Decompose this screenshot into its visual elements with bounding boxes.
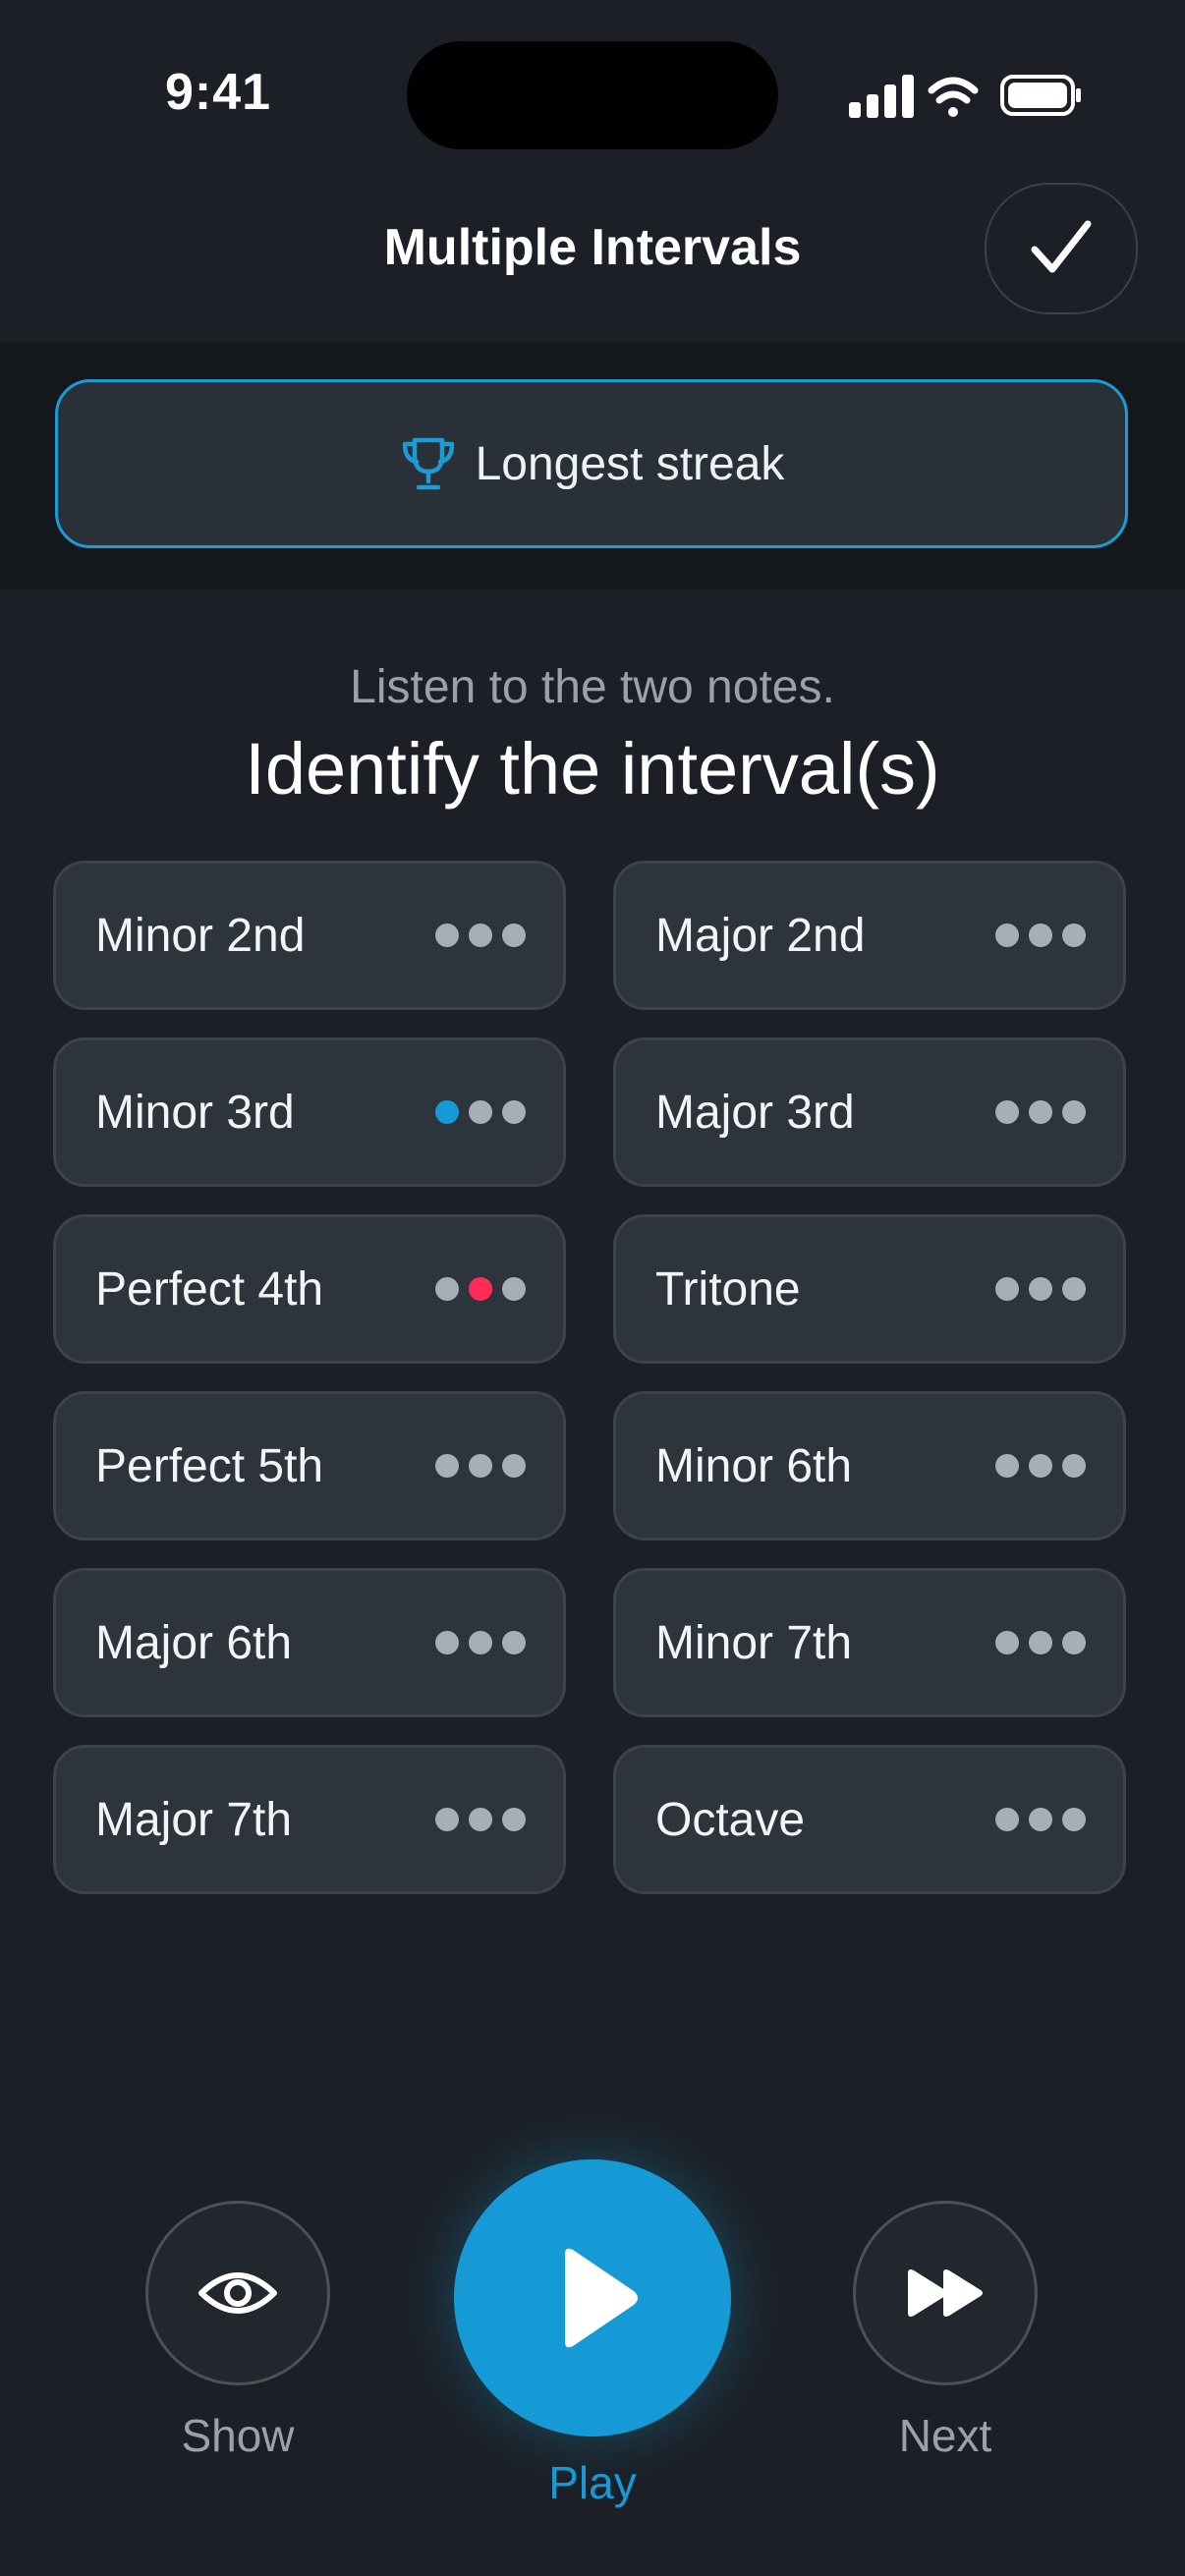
interval-label: Major 7th [95,1793,293,1846]
progress-dot [1062,1808,1086,1831]
status-bar: 9:41 [0,0,1185,187]
done-button[interactable] [985,183,1138,314]
interval-option[interactable]: Minor 7th [613,1568,1126,1717]
interval-option[interactable]: Minor 2nd [53,861,566,1010]
cellular-signal-icon [849,75,914,118]
progress-dot [1029,1454,1052,1478]
progress-dot [995,1454,1019,1478]
trophy-icon [402,437,454,490]
progress-dots [435,1631,526,1654]
progress-dot [1062,1100,1086,1124]
question-prompt: Identify the interval(s) [245,728,940,810]
wifi-icon [928,77,979,117]
progress-dot [469,1808,492,1831]
progress-dots [435,1277,526,1301]
progress-dot [1029,1277,1052,1301]
progress-dot [502,1454,526,1478]
interval-option[interactable]: Major 7th [53,1745,566,1894]
progress-dots [435,924,526,947]
interval-option[interactable]: Perfect 4th [53,1214,566,1364]
progress-dot [469,1631,492,1654]
play-label: Play [548,2457,637,2508]
progress-dot [469,1100,492,1124]
progress-dot [469,1277,492,1301]
progress-dots [995,1100,1086,1124]
show-label: Show [181,2410,295,2461]
progress-dot [502,1100,526,1124]
interval-label: Minor 3rd [95,1086,295,1139]
fast-forward-icon [908,2269,983,2317]
interval-label: Perfect 4th [95,1262,324,1316]
interval-label: Minor 7th [655,1616,853,1669]
progress-dot [1062,1454,1086,1478]
progress-dots [435,1808,526,1831]
interval-label: Major 2nd [655,909,866,962]
progress-dot [435,1454,459,1478]
progress-dot [502,1808,526,1831]
interval-option[interactable]: Major 6th [53,1568,566,1717]
status-icons [847,69,1083,124]
progress-dots [995,1631,1086,1654]
instruction-text: Listen to the two notes. [350,661,835,713]
interval-option[interactable]: Perfect 5th [53,1391,566,1540]
show-button[interactable] [145,2201,330,2385]
interval-label: Major 3rd [655,1086,855,1139]
progress-dot [435,1808,459,1831]
play-button[interactable] [454,2159,731,2436]
progress-dot [1029,1631,1052,1654]
progress-dot [502,1631,526,1654]
next-button[interactable] [853,2201,1038,2385]
progress-dot [995,924,1019,947]
progress-dot [435,1100,459,1124]
longest-streak-button[interactable]: Longest streak [55,379,1128,548]
progress-dots [995,924,1086,947]
interval-option[interactable]: Major 3rd [613,1037,1126,1187]
status-time: 9:41 [165,64,272,121]
progress-dots [435,1454,526,1478]
progress-dot [469,924,492,947]
battery-icon [1000,75,1081,116]
progress-dots [995,1454,1086,1478]
interval-label: Major 6th [95,1616,293,1669]
interval-label: Perfect 5th [95,1439,324,1492]
progress-dot [1062,924,1086,947]
interval-option[interactable]: Octave [613,1745,1126,1894]
interval-option[interactable]: Tritone [613,1214,1126,1364]
progress-dot [435,1631,459,1654]
progress-dot [502,924,526,947]
progress-dot [1029,1100,1052,1124]
progress-dot [995,1631,1019,1654]
progress-dot [995,1100,1019,1124]
progress-dot [995,1277,1019,1301]
progress-dot [995,1808,1019,1831]
interval-option[interactable]: Major 2nd [613,861,1126,1010]
interval-label: Tritone [655,1262,801,1316]
progress-dot [1062,1277,1086,1301]
streak-label: Longest streak [475,437,785,490]
progress-dot [1029,924,1052,947]
interval-option[interactable]: Minor 3rd [53,1037,566,1187]
eye-icon [198,2272,277,2314]
play-icon [565,2248,638,2348]
interval-option[interactable]: Minor 6th [613,1391,1126,1540]
dynamic-island [407,41,778,149]
progress-dots [995,1277,1086,1301]
interval-label: Octave [655,1793,806,1846]
progress-dot [1062,1631,1086,1654]
progress-dot [469,1454,492,1478]
interval-label: Minor 2nd [95,909,306,962]
progress-dot [502,1277,526,1301]
progress-dots [995,1808,1086,1831]
interval-label: Minor 6th [655,1439,853,1492]
progress-dot [435,1277,459,1301]
progress-dots [435,1100,526,1124]
progress-dot [435,924,459,947]
next-label: Next [898,2410,992,2461]
checkmark-icon [1031,220,1092,273]
progress-dot [1029,1808,1052,1831]
